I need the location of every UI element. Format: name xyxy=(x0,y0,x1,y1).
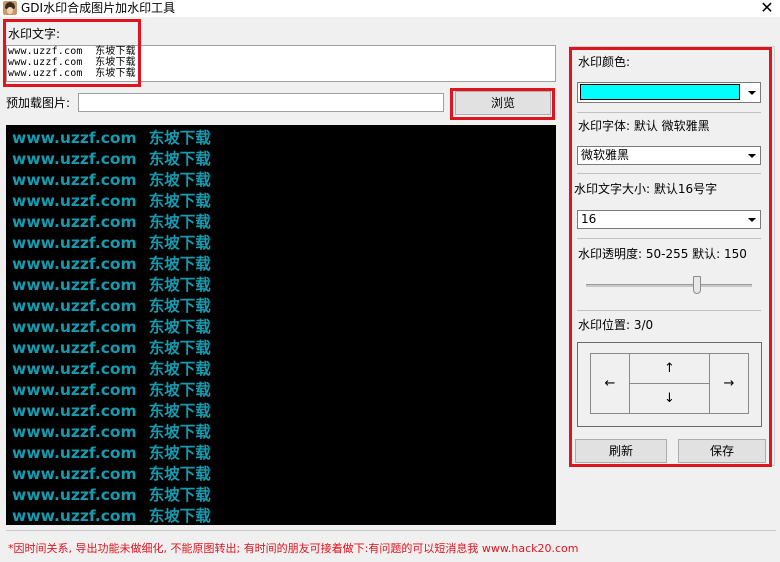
preload-image-label: 预加载图片: xyxy=(6,96,71,110)
preview-watermark-row: www.uzzf.com 东坡下载 xyxy=(12,252,211,274)
preview-watermark-row: www.uzzf.com 东坡下载 xyxy=(12,126,211,148)
preview-watermark-url: www.uzzf.com xyxy=(12,192,137,210)
preview-watermark-url: www.uzzf.com xyxy=(12,381,137,399)
preview-watermark-cn: 东坡下载 xyxy=(148,171,211,189)
preview-watermark-cn: 东坡下载 xyxy=(148,360,211,378)
preview-watermark-cn: 东坡下载 xyxy=(148,423,211,441)
preload-image-path-input[interactable] xyxy=(78,93,444,112)
preview-watermark-url: www.uzzf.com xyxy=(12,129,137,147)
preview-watermark-url: www.uzzf.com xyxy=(12,255,137,273)
preview-watermark-cn: 东坡下载 xyxy=(148,444,211,462)
preview-watermark-row: www.uzzf.com 东坡下载 xyxy=(12,273,211,295)
preview-watermark-row: www.uzzf.com 东坡下载 xyxy=(12,315,211,337)
preview-watermark-url: www.uzzf.com xyxy=(12,297,137,315)
preview-watermark-row: www.uzzf.com 东坡下载 xyxy=(12,231,211,253)
preview-watermark-url: www.uzzf.com xyxy=(12,465,137,483)
preview-canvas: www.uzzf.com 东坡下载 www.uzzf.com 东坡下载 www.uzzf… xyxy=(6,125,556,525)
window-title: GDI水印合成图片加水印工具 xyxy=(21,1,176,15)
preview-watermark-cn: 东坡下载 xyxy=(148,213,211,231)
preview-watermark-url: www.uzzf.com xyxy=(12,423,137,441)
preview-watermark-url: www.uzzf.com xyxy=(12,339,137,357)
preview-watermark-row: www.uzzf.com 东坡下载 xyxy=(12,210,211,232)
highlight-box-settings xyxy=(569,47,772,467)
status-message: *因时间关系, 导出功能未做细化, 不能原图转出; 有时间的朋友可接着做下:有问… xyxy=(8,542,579,555)
preview-watermark-cn: 东坡下载 xyxy=(148,192,211,210)
preview-watermark-row: www.uzzf.com 东坡下载 xyxy=(12,420,211,442)
preview-watermark-row: www.uzzf.com 东坡下载 xyxy=(12,483,211,505)
preview-watermark-url: www.uzzf.com xyxy=(12,444,137,462)
preview-watermark-url: www.uzzf.com xyxy=(12,234,137,252)
preview-watermark-cn: 东坡下载 xyxy=(148,234,211,252)
preview-watermark-cn: 东坡下载 xyxy=(148,486,211,504)
preview-watermark-cn: 东坡下载 xyxy=(148,129,211,147)
preview-watermark-url: www.uzzf.com xyxy=(12,171,137,189)
preview-watermark-cn: 东坡下载 xyxy=(148,318,211,336)
app-icon xyxy=(3,1,17,15)
preview-watermark-cn: 东坡下载 xyxy=(148,339,211,357)
preview-watermark-url: www.uzzf.com xyxy=(12,276,137,294)
preview-watermark-cn: 东坡下载 xyxy=(148,402,211,420)
preview-watermark-url: www.uzzf.com xyxy=(12,213,137,231)
preview-watermark-url: www.uzzf.com xyxy=(12,486,137,504)
preview-watermark-cn: 东坡下载 xyxy=(148,255,211,273)
preview-watermark-row: www.uzzf.com 东坡下载 xyxy=(12,378,211,400)
preview-watermark-row: www.uzzf.com 东坡下载 xyxy=(12,441,211,463)
preview-watermark-row: www.uzzf.com 东坡下载 xyxy=(12,147,211,169)
preview-watermark-row: www.uzzf.com 东坡下载 xyxy=(12,504,211,525)
preview-watermark-url: www.uzzf.com xyxy=(12,150,137,168)
preview-watermark-row: www.uzzf.com 东坡下载 xyxy=(12,336,211,358)
highlight-box-browse xyxy=(450,88,555,120)
preview-watermark-url: www.uzzf.com xyxy=(12,318,137,336)
preview-watermark-row: www.uzzf.com 东坡下载 xyxy=(12,462,211,484)
preview-watermark-row: www.uzzf.com 东坡下载 xyxy=(12,357,211,379)
preview-watermark-cn: 东坡下载 xyxy=(148,276,211,294)
preview-watermark-cn: 东坡下载 xyxy=(148,507,211,525)
preview-watermark-row: www.uzzf.com 东坡下载 xyxy=(12,168,211,190)
preview-watermark-url: www.uzzf.com xyxy=(12,402,137,420)
preview-watermark-row: www.uzzf.com 东坡下载 xyxy=(12,399,211,421)
preview-watermark-cn: 东坡下载 xyxy=(148,150,211,168)
close-button[interactable]: ✕ xyxy=(754,0,780,17)
highlight-box-watermark-text xyxy=(3,19,141,87)
preview-watermark-url: www.uzzf.com xyxy=(12,360,137,378)
status-divider xyxy=(6,530,776,531)
preview-watermark-url: www.uzzf.com xyxy=(12,507,137,525)
preview-watermark-cn: 东坡下载 xyxy=(148,381,211,399)
preview-watermark-row: www.uzzf.com 东坡下载 xyxy=(12,294,211,316)
preview-watermark-cn: 东坡下载 xyxy=(148,297,211,315)
preview-watermark-cn: 东坡下载 xyxy=(148,465,211,483)
preview-watermark-row: www.uzzf.com 东坡下载 xyxy=(12,189,211,211)
